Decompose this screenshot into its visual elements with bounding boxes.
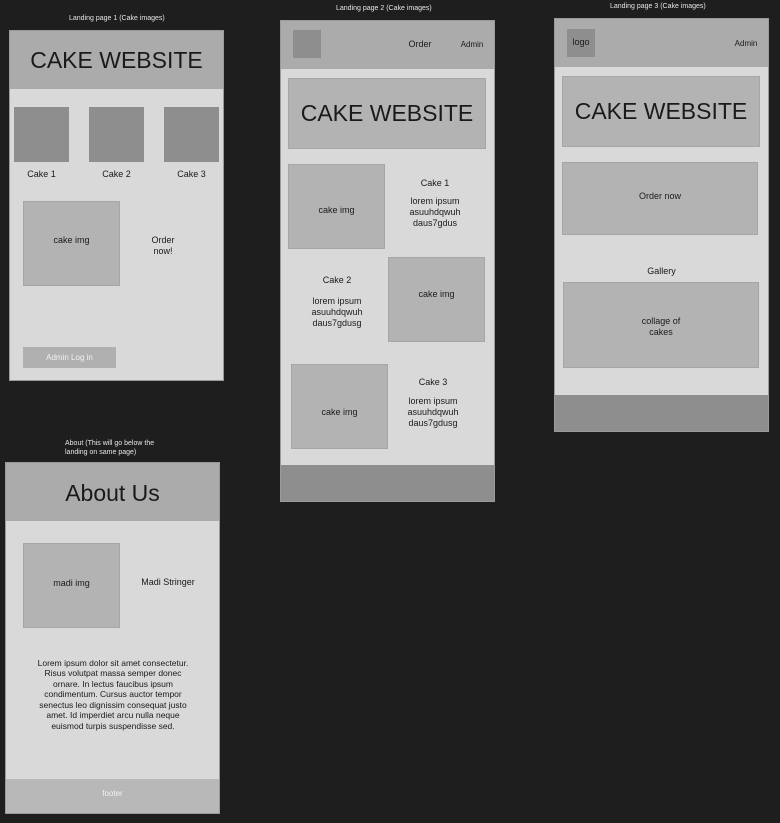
cake-3-image: cake img bbox=[291, 364, 388, 449]
collage-label: collage of cakes bbox=[641, 316, 681, 337]
cake-2-image-label: cake img bbox=[418, 289, 455, 299]
order-now-link[interactable]: Order now! bbox=[138, 235, 188, 257]
cake-1-image-label: cake img bbox=[318, 205, 355, 215]
admin-login-button[interactable]: Admin Log in bbox=[23, 347, 116, 368]
frame-about: About Us madi img Madi Stringer Lorem ip… bbox=[5, 462, 220, 814]
order-now-label: Order now bbox=[638, 191, 682, 201]
madi-image-placeholder: madi img bbox=[23, 543, 120, 628]
site-title: CAKE WEBSITE bbox=[30, 47, 203, 73]
cake-2-description: lorem ipsum asuuhdqwuh daus7gdusg bbox=[311, 296, 363, 328]
about-title: About Us bbox=[65, 480, 160, 506]
footer: footer bbox=[6, 779, 219, 813]
logo-placeholder[interactable]: logo bbox=[567, 29, 595, 57]
nav-bar: logo Admin bbox=[555, 19, 768, 67]
header: CAKE WEBSITE bbox=[10, 31, 223, 89]
cake-2-image: cake img bbox=[388, 257, 485, 342]
cake-3-thumbnail[interactable] bbox=[164, 107, 219, 162]
nav-bar: Order Admin bbox=[281, 21, 494, 69]
frame-landing-page-2: Order Admin CAKE WEBSITE cake img Cake 1… bbox=[280, 20, 495, 502]
cake-1-thumbnail[interactable] bbox=[14, 107, 69, 162]
footer-bar bbox=[281, 465, 494, 501]
gallery-collage: collage of cakes bbox=[563, 282, 759, 368]
frame-label-landing1: Landing page 1 (Cake images) bbox=[69, 15, 165, 22]
cake-2-name: Cake 2 bbox=[322, 275, 352, 285]
cake-2-label: Cake 2 bbox=[102, 169, 131, 179]
about-header: About Us bbox=[6, 463, 219, 521]
frame-landing-page-3: logo Admin CAKE WEBSITE Order now Galler… bbox=[554, 18, 769, 432]
cake-image-placeholder: cake img bbox=[23, 201, 120, 286]
nav-admin-link[interactable]: Admin bbox=[731, 39, 761, 49]
author-name: Madi Stringer bbox=[141, 577, 195, 587]
nav-order-link[interactable]: Order bbox=[403, 39, 437, 50]
frame-label-landing3: Landing page 3 (Cake images) bbox=[610, 3, 706, 10]
frame-label-about: About (This will go below the landing on… bbox=[65, 440, 155, 456]
order-now-button[interactable]: Order now bbox=[562, 162, 758, 235]
cake-3-description: lorem ipsum asuuhdqwuh daus7gdusg bbox=[407, 396, 459, 428]
cake-2-thumbnail[interactable] bbox=[89, 107, 144, 162]
site-title: CAKE WEBSITE bbox=[300, 100, 474, 126]
cake-1-description: lorem ipsum asuuhdqwuh daus7gdus bbox=[409, 196, 461, 228]
cake-3-label: Cake 3 bbox=[177, 169, 206, 179]
hero-banner: CAKE WEBSITE bbox=[562, 76, 760, 147]
cake-1-name: Cake 1 bbox=[420, 178, 450, 188]
frame-landing-page-1: CAKE WEBSITE Cake 1 Cake 2 Cake 3 cake i… bbox=[9, 30, 224, 381]
frame-label-landing2: Landing page 2 (Cake images) bbox=[336, 5, 432, 12]
gallery-heading: Gallery bbox=[647, 266, 676, 276]
cake-1-label: Cake 1 bbox=[27, 169, 56, 179]
logo-placeholder[interactable] bbox=[293, 30, 321, 58]
footer-bar bbox=[555, 395, 768, 431]
madi-image-label: madi img bbox=[53, 578, 90, 588]
footer-label: footer bbox=[102, 789, 123, 798]
cake-3-image-label: cake img bbox=[321, 407, 358, 417]
cake-image-label: cake img bbox=[53, 235, 90, 245]
about-body-text: Lorem ipsum dolor sit amet consectetur. … bbox=[37, 658, 189, 731]
logo-label: logo bbox=[572, 37, 590, 47]
site-title: CAKE WEBSITE bbox=[574, 98, 748, 124]
cake-3-name: Cake 3 bbox=[418, 377, 448, 387]
cake-1-image: cake img bbox=[288, 164, 385, 249]
hero-banner: CAKE WEBSITE bbox=[288, 78, 486, 149]
nav-admin-link[interactable]: Admin bbox=[457, 40, 487, 50]
